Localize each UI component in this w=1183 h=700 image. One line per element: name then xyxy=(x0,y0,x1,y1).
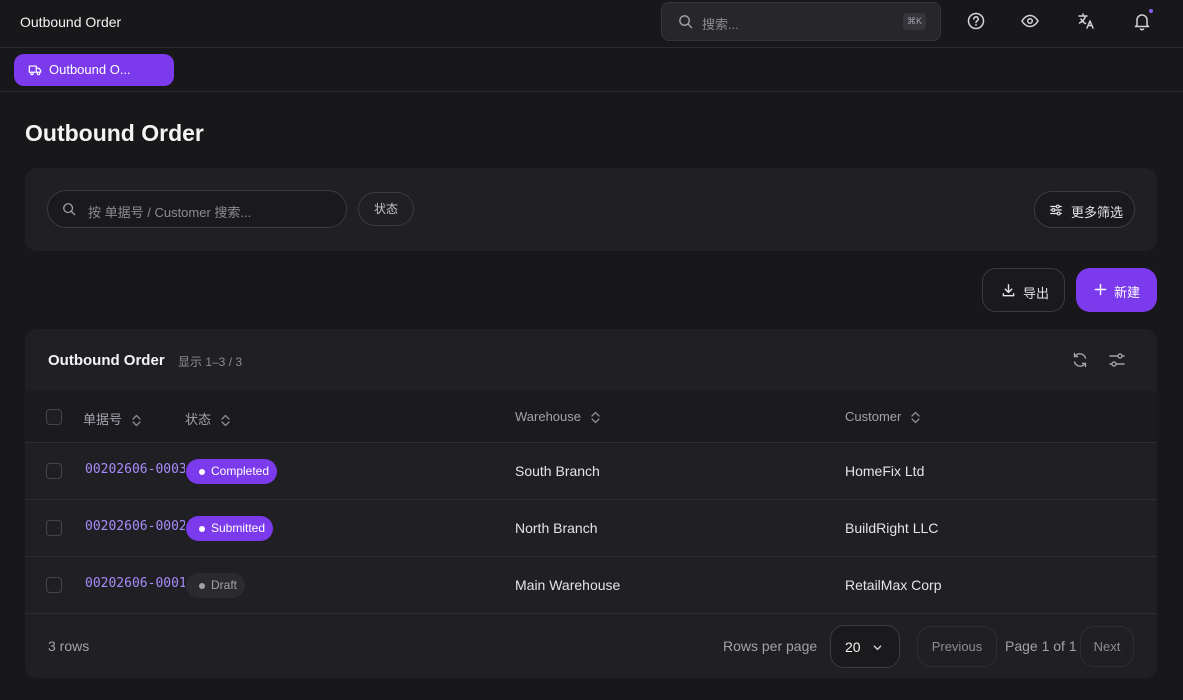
chevron-down-icon xyxy=(873,645,882,651)
row-checkbox[interactable] xyxy=(46,520,62,536)
translate-icon[interactable] xyxy=(1076,11,1096,31)
column-header-customer[interactable]: Customer xyxy=(845,409,921,424)
status-filter-chip[interactable]: 状态 xyxy=(358,192,414,226)
column-header-order-no[interactable]: 单据号 xyxy=(83,409,141,428)
column-header-warehouse[interactable]: Warehouse xyxy=(515,409,600,424)
sort-icon xyxy=(591,411,600,424)
rows-per-page-select[interactable]: 20 xyxy=(830,625,900,668)
search-shortcut-badge: ⌘K xyxy=(902,13,926,30)
download-icon xyxy=(1002,284,1015,297)
warehouse-cell: Main Warehouse xyxy=(515,577,621,593)
status-badge: Submitted xyxy=(186,516,274,541)
table-card: Outbound Order 显示 1–3 / 3 单据号 状态 Warehou… xyxy=(25,329,1157,678)
select-all-checkbox[interactable] xyxy=(46,409,62,425)
table-row[interactable]: 00202606-0003 Completed South Branch Hom… xyxy=(25,443,1157,500)
table-header: 单据号 状态 Warehouse Customer xyxy=(25,391,1157,443)
tab-bar: Outbound O... xyxy=(0,48,1183,92)
notification-dot xyxy=(1149,9,1153,13)
notifications-button[interactable] xyxy=(1132,9,1153,31)
warehouse-cell: South Branch xyxy=(515,463,600,479)
page-info: Page 1 of 1 xyxy=(1005,638,1077,654)
rows-per-page-value: 20 xyxy=(845,639,861,655)
more-filters-button[interactable]: 更多筛选 xyxy=(1034,191,1135,228)
search-icon xyxy=(63,203,76,216)
global-search-placeholder: 搜索... xyxy=(702,17,739,32)
order-number-link[interactable]: 00202606-0003 xyxy=(85,462,185,477)
status-badge: Completed xyxy=(186,459,278,484)
order-number-link[interactable]: 00202606-0002 xyxy=(85,519,185,534)
bell-icon xyxy=(1134,14,1150,31)
search-icon xyxy=(679,15,693,29)
filter-card: 按 单据号 / Customer 搜索... 状态 更多筛选 xyxy=(25,168,1157,251)
sort-icon xyxy=(221,414,230,427)
truck-icon xyxy=(28,65,42,76)
refresh-icon[interactable] xyxy=(1071,351,1089,369)
column-header-label: Warehouse xyxy=(515,409,581,424)
table-row[interactable]: 00202606-0002 Submitted North Branch Bui… xyxy=(25,500,1157,557)
help-icon[interactable] xyxy=(966,11,986,31)
status-badge: Draft xyxy=(186,573,246,598)
row-checkbox[interactable] xyxy=(46,577,62,593)
export-label: 导出 xyxy=(1023,286,1050,301)
table-title: Outbound Order xyxy=(48,352,165,369)
row-checkbox[interactable] xyxy=(46,463,62,479)
next-page-button[interactable]: Next xyxy=(1080,626,1134,667)
order-search-placeholder: 按 单据号 / Customer 搜索... xyxy=(88,205,252,220)
new-label: 新建 xyxy=(1114,285,1141,300)
table-row[interactable]: 00202606-0001 Draft Main Warehouse Retai… xyxy=(25,557,1157,614)
column-header-label: 单据号 xyxy=(83,412,123,427)
more-filters-label: 更多筛选 xyxy=(1071,205,1124,220)
column-header-label: 状态 xyxy=(185,412,212,427)
app-title: Outbound Order xyxy=(20,14,122,30)
eye-icon[interactable] xyxy=(1020,11,1040,31)
tab-label: Outbound O... xyxy=(49,62,131,77)
row-count: 3 rows xyxy=(48,638,90,654)
sliders-icon xyxy=(1050,204,1062,216)
warehouse-cell: North Branch xyxy=(515,520,598,536)
column-settings-icon[interactable] xyxy=(1108,351,1126,369)
column-header-label: Customer xyxy=(845,409,902,424)
global-search-input[interactable]: 搜索... ⌘K xyxy=(661,2,941,41)
sort-icon xyxy=(911,411,921,424)
column-header-status[interactable]: 状态 xyxy=(185,409,230,428)
new-button[interactable]: 新建 xyxy=(1076,268,1157,312)
order-number-link[interactable]: 00202606-0001 xyxy=(85,576,185,591)
top-bar: Outbound Order 搜索... ⌘K xyxy=(0,0,1183,48)
table-count: 显示 1–3 / 3 xyxy=(178,355,243,369)
page-title: Outbound Order xyxy=(25,120,204,146)
rows-per-page-label: Rows per page xyxy=(723,638,818,654)
tab-outbound-order[interactable]: Outbound O... xyxy=(14,54,174,86)
export-button[interactable]: 导出 xyxy=(982,268,1065,312)
customer-cell: HomeFix Ltd xyxy=(845,463,925,479)
customer-cell: RetailMax Corp xyxy=(845,577,942,593)
plus-icon xyxy=(1094,283,1107,296)
previous-page-button[interactable]: Previous xyxy=(917,626,997,667)
order-search-input[interactable]: 按 单据号 / Customer 搜索... xyxy=(47,190,347,228)
customer-cell: BuildRight LLC xyxy=(845,520,939,536)
sort-icon xyxy=(132,414,141,427)
